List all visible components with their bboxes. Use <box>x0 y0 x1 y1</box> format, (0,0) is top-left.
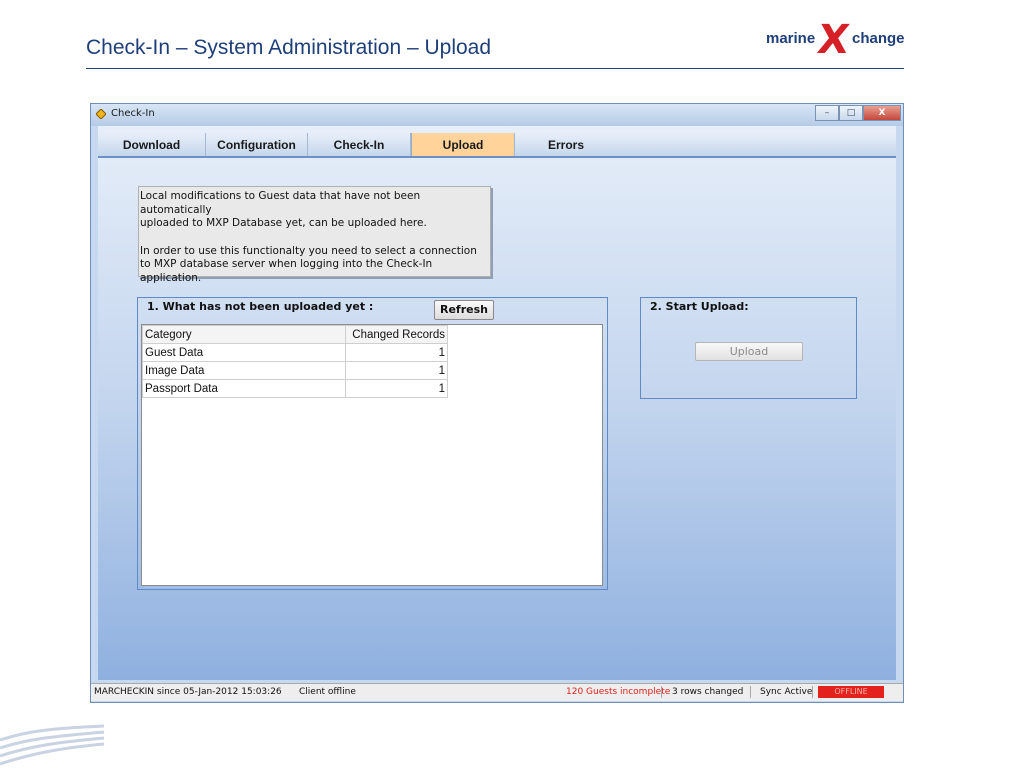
table-header-row: Category Changed Records <box>142 325 448 344</box>
table-row[interactable]: Guest Data 1 <box>142 343 448 362</box>
tab-configuration[interactable]: Configuration <box>206 133 308 156</box>
status-bar: MARCHECKIN since 05-Jan-2012 15:03:26 Cl… <box>91 683 903 701</box>
table-row[interactable]: Image Data 1 <box>142 361 448 380</box>
cell-category: Image Data <box>142 361 346 380</box>
column-header-category[interactable]: Category <box>142 325 346 344</box>
status-guests-incomplete: 120 Guests incomplete <box>566 687 671 697</box>
status-sync: Sync Active <box>760 687 813 697</box>
logo-x-mark: X <box>814 17 853 63</box>
window-title: Check-In <box>111 108 155 119</box>
pending-records-grid[interactable]: Category Changed Records Guest Data 1 Im… <box>141 324 603 586</box>
tab-download[interactable]: Download <box>98 133 206 156</box>
pending-uploads-title: 1. What has not been uploaded yet : <box>147 300 374 313</box>
tab-bar: Download Configuration Check-In Upload E… <box>98 133 896 158</box>
column-header-changed-records[interactable]: Changed Records <box>345 325 448 344</box>
cell-category: Guest Data <box>142 343 346 362</box>
upload-button[interactable]: Upload <box>695 342 803 361</box>
window-client-area: Download Configuration Check-In Upload E… <box>98 126 896 680</box>
start-upload-title: 2. Start Upload: <box>650 300 749 313</box>
window-titlebar[interactable]: Check-In – □ X <box>91 104 903 126</box>
wave-decoration-icon <box>0 724 105 766</box>
checkin-app-window: Check-In – □ X Download Configuration Ch… <box>90 103 904 703</box>
upload-info-box: Local modifications to Guest data that h… <box>138 186 491 284</box>
logo-text-marine: marine <box>766 30 816 47</box>
status-separator <box>812 686 813 698</box>
slide-title: Check-In – System Administration – Uploa… <box>86 36 492 59</box>
tab-errors[interactable]: Errors <box>515 133 617 156</box>
cell-changed-records: 1 <box>345 343 448 362</box>
status-offline-badge: OFFLINE <box>818 686 884 698</box>
info-line-1: Local modifications to Guest data that h… <box>140 190 421 216</box>
start-upload-group: 2. Start Upload: Upload <box>640 297 857 399</box>
status-separator <box>661 686 662 698</box>
refresh-button[interactable]: Refresh <box>434 300 494 320</box>
maximize-button[interactable]: □ <box>839 105 863 121</box>
status-separator <box>750 686 751 698</box>
window-controls: – □ X <box>815 105 901 121</box>
minimize-button[interactable]: – <box>815 105 839 121</box>
status-user-session: MARCHECKIN since 05-Jan-2012 15:03:26 <box>94 687 282 697</box>
info-line-2: uploaded to MXP Database yet, can be upl… <box>140 217 427 229</box>
info-line-3: In order to use this functionalty you ne… <box>140 244 477 257</box>
status-rows-changed: 3 rows changed <box>672 687 744 697</box>
tab-upload[interactable]: Upload <box>411 133 515 156</box>
tab-check-in[interactable]: Check-In <box>308 133 411 156</box>
close-button[interactable]: X <box>863 105 901 121</box>
cell-category: Passport Data <box>142 379 346 398</box>
info-line-4: to MXP database server when logging into… <box>140 258 433 284</box>
pending-uploads-group: 1. What has not been uploaded yet : Refr… <box>137 297 608 590</box>
logo-text-change: change <box>852 30 905 47</box>
table-row[interactable]: Passport Data 1 <box>142 379 448 398</box>
cell-changed-records: 1 <box>345 361 448 380</box>
cell-changed-records: 1 <box>345 379 448 398</box>
marinexchange-logo: marine X change <box>766 17 908 63</box>
app-diamond-icon <box>96 109 106 119</box>
title-divider <box>86 68 904 69</box>
status-client-connection: Client offline <box>299 687 356 697</box>
pending-records-table: Category Changed Records Guest Data 1 Im… <box>142 325 448 398</box>
